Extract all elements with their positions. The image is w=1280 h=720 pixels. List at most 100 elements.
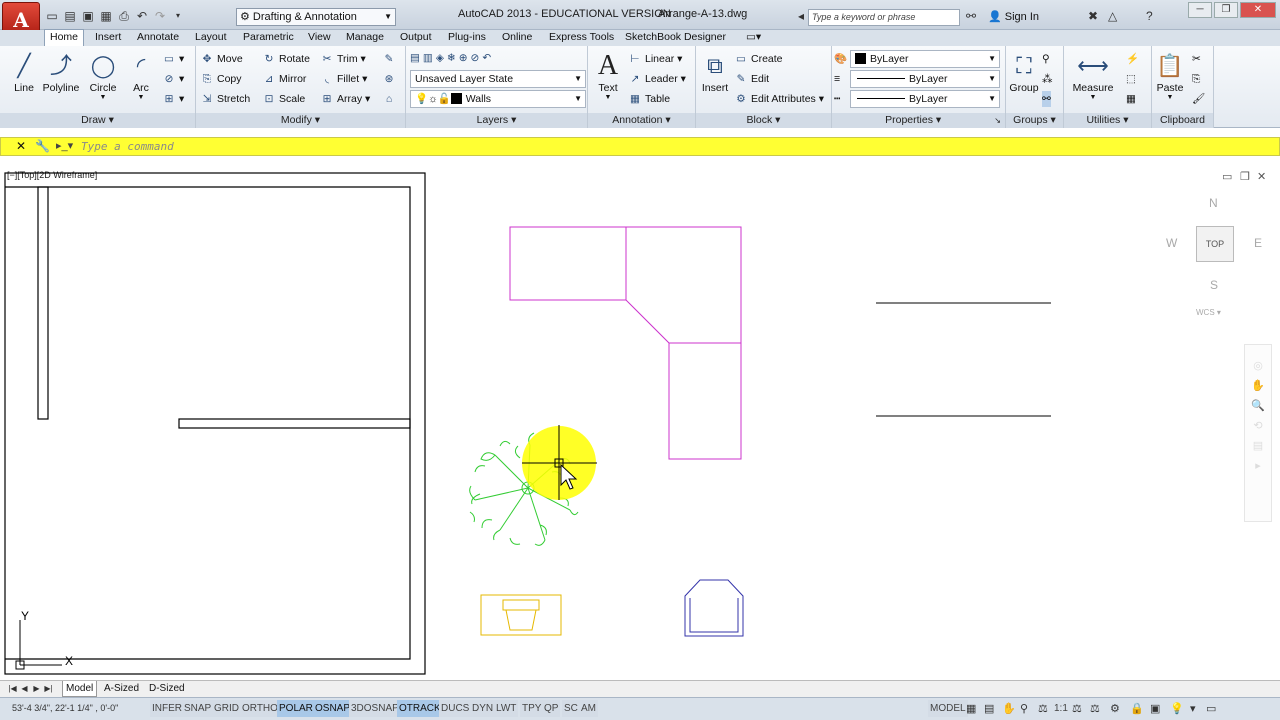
undo-icon[interactable]: ↶ (134, 8, 150, 24)
line-button[interactable]: ╱ Line (8, 50, 40, 94)
measure-button[interactable]: ⟷ Measure ▼ (1070, 50, 1116, 101)
tab-d-sized[interactable]: D-Sized (149, 683, 185, 694)
hardware-acceleration-icon[interactable]: ▣ (1150, 702, 1160, 715)
toilet-symbol[interactable] (480, 594, 562, 636)
quick-view-layouts-icon[interactable]: ▦ (966, 702, 976, 715)
layer-lock-icon[interactable]: ⊕ (459, 52, 471, 64)
zoom-icon[interactable]: 🔍 (1245, 399, 1271, 419)
ungroup-icon[interactable]: ⚲ (1042, 51, 1050, 67)
arc-button[interactable]: ◜ Arc ▼ (124, 50, 158, 101)
viewcube-north[interactable]: N (1209, 196, 1218, 210)
match-properties-icon[interactable]: 🎨 (834, 51, 847, 67)
linetype-select[interactable]: ByLayer ▼ (850, 90, 1000, 108)
calculator-icon[interactable]: ▦ (1126, 91, 1136, 107)
exchange-icon[interactable]: ✖ (1088, 9, 1098, 23)
toggle-grid[interactable]: GRID (212, 700, 241, 717)
sign-in-link[interactable]: 👤 Sign In (988, 10, 1039, 23)
minimize-button[interactable]: ─ (1188, 2, 1212, 18)
scale-button[interactable]: ⊡ Scale (262, 91, 306, 107)
annotation-scale-icon[interactable]: ⚖ (1038, 702, 1048, 715)
toggle-am[interactable]: AM (579, 700, 598, 717)
explode-button[interactable]: ⊛ (382, 71, 399, 87)
tab-output[interactable]: Output (400, 31, 432, 43)
stretch-button[interactable]: ⇲ Stretch (200, 91, 251, 107)
ribbon-minimize-icon[interactable]: ▭▾ (746, 31, 761, 43)
chair-symbol[interactable] (684, 579, 744, 637)
toggle-dyn[interactable]: DYN (470, 700, 496, 717)
leader-button[interactable]: ↗ Leader ▾ (628, 71, 686, 87)
layer-off-icon[interactable]: ◈ (436, 52, 447, 64)
pan-icon[interactable]: ✋ (1245, 379, 1271, 399)
toggle-sc[interactable]: SC (562, 700, 580, 717)
layers-panel-title[interactable]: Layers ▾ (406, 113, 587, 128)
toggle-ducs[interactable]: DUCS (439, 700, 472, 717)
auto-scale-icon[interactable]: ⚖ (1090, 702, 1100, 715)
panel-launcher-icon[interactable]: ↘ (994, 113, 1001, 128)
array-button[interactable]: ⊞ Array ▾ (320, 91, 371, 107)
toggle-qp[interactable]: QP (542, 700, 561, 717)
close-button[interactable]: ✕ (1240, 2, 1276, 18)
copy-button[interactable]: ⎘ Copy (200, 71, 242, 87)
last-tab-icon[interactable]: ▶| (43, 683, 54, 695)
edit-attributes-button[interactable]: ⚙ Edit Attributes ▾ (734, 91, 824, 107)
color-select[interactable]: ByLayer ▼ (850, 50, 1000, 68)
annotation-scale-value[interactable]: 1:1 (1052, 700, 1070, 717)
zoom-status-icon[interactable]: ⚲ (1020, 702, 1028, 715)
next-tab-icon[interactable]: ▶ (31, 683, 42, 695)
block-panel-title[interactable]: Block ▾ (696, 113, 831, 128)
tab-annotate[interactable]: Annotate (137, 31, 179, 43)
command-prompt-icon[interactable]: ▸_▾ (56, 139, 73, 152)
hatch-button[interactable]: ⊘ ▾ (162, 71, 185, 87)
fillet-button[interactable]: ◟ Fillet ▾ (320, 71, 367, 87)
toggle-otrack[interactable]: OTRACK (397, 700, 443, 717)
save-icon[interactable]: ▣ (80, 8, 96, 24)
tab-insert[interactable]: Insert (95, 31, 121, 43)
wrench-icon[interactable]: 🔧 (35, 139, 50, 153)
rotate-button[interactable]: ↻ Rotate (262, 51, 310, 67)
polyline-button[interactable]: ⤴ Polyline (40, 50, 82, 94)
layer-previous-icon[interactable]: ↶ (482, 52, 494, 64)
wcs-menu[interactable]: WCS ▾ (1196, 308, 1221, 317)
clean-screen-icon[interactable]: ▭ (1206, 702, 1216, 715)
toggle-polar[interactable]: POLAR (277, 700, 315, 717)
partition-wall-vertical[interactable] (37, 186, 49, 420)
offset-button[interactable]: ⌂ (382, 91, 399, 107)
outer-wall[interactable] (4, 172, 426, 675)
properties-panel-title[interactable]: Properties ▾ ↘ (832, 113, 1005, 128)
inner-wall[interactable] (5, 186, 411, 660)
erase-button[interactable]: ✎ (382, 51, 399, 67)
tab-layout[interactable]: Layout (195, 31, 227, 43)
lineweight-select[interactable]: ByLayer ▼ (850, 70, 1000, 88)
toggle-3dosnap[interactable]: 3DOSNAP (349, 700, 401, 717)
orbit-icon[interactable]: ⟲ (1245, 419, 1271, 439)
layer-isolate-icon[interactable]: ▥ (423, 52, 436, 64)
viewcube-south[interactable]: S (1210, 278, 1218, 292)
quick-view-drawings-icon[interactable]: ▤ (984, 702, 994, 715)
trim-button[interactable]: ✂ Trim ▾ (320, 51, 366, 67)
tab-parametric[interactable]: Parametric (243, 31, 294, 43)
toggle-tpy[interactable]: TPY (520, 700, 544, 717)
groups-panel-title[interactable]: Groups ▾ (1006, 113, 1063, 128)
toggle-lwt[interactable]: LWT (494, 700, 519, 717)
copy-clip-icon[interactable]: ⎘ (1192, 71, 1200, 87)
tab-sketchbook-designer[interactable]: SketchBook Designer (625, 31, 726, 43)
tab-model[interactable]: Model (62, 681, 98, 697)
edit-block-button[interactable]: ✎ Edit (734, 71, 770, 87)
group-button[interactable]: ⛶ Group (1008, 50, 1040, 94)
draw-panel-title[interactable]: Draw ▾ (0, 113, 195, 128)
prev-tab-icon[interactable]: ◀ (19, 683, 30, 695)
autodesk360-icon[interactable]: △ (1108, 9, 1117, 23)
tab-home[interactable]: Home (44, 29, 85, 46)
viewcube-west[interactable]: W (1166, 236, 1177, 250)
binoculars-icon[interactable]: ⚯ (966, 9, 976, 23)
layer-freeze-icon[interactable]: ❄ (447, 52, 459, 64)
redo-icon[interactable]: ↷ (152, 8, 168, 24)
maximize-button[interactable]: ❐ (1214, 2, 1238, 18)
create-block-button[interactable]: ▭ Create (734, 51, 782, 67)
select-all-icon[interactable]: ⬚ (1126, 71, 1136, 87)
text-button[interactable]: A Text ▼ (592, 50, 624, 101)
first-tab-icon[interactable]: |◀ (7, 683, 18, 695)
pan-status-icon[interactable]: ✋ (1002, 702, 1016, 715)
linear-button[interactable]: ⊢ Linear ▾ (628, 51, 682, 67)
workspace-select[interactable]: ⚙ Drafting & Annotation ▼ (236, 8, 396, 26)
